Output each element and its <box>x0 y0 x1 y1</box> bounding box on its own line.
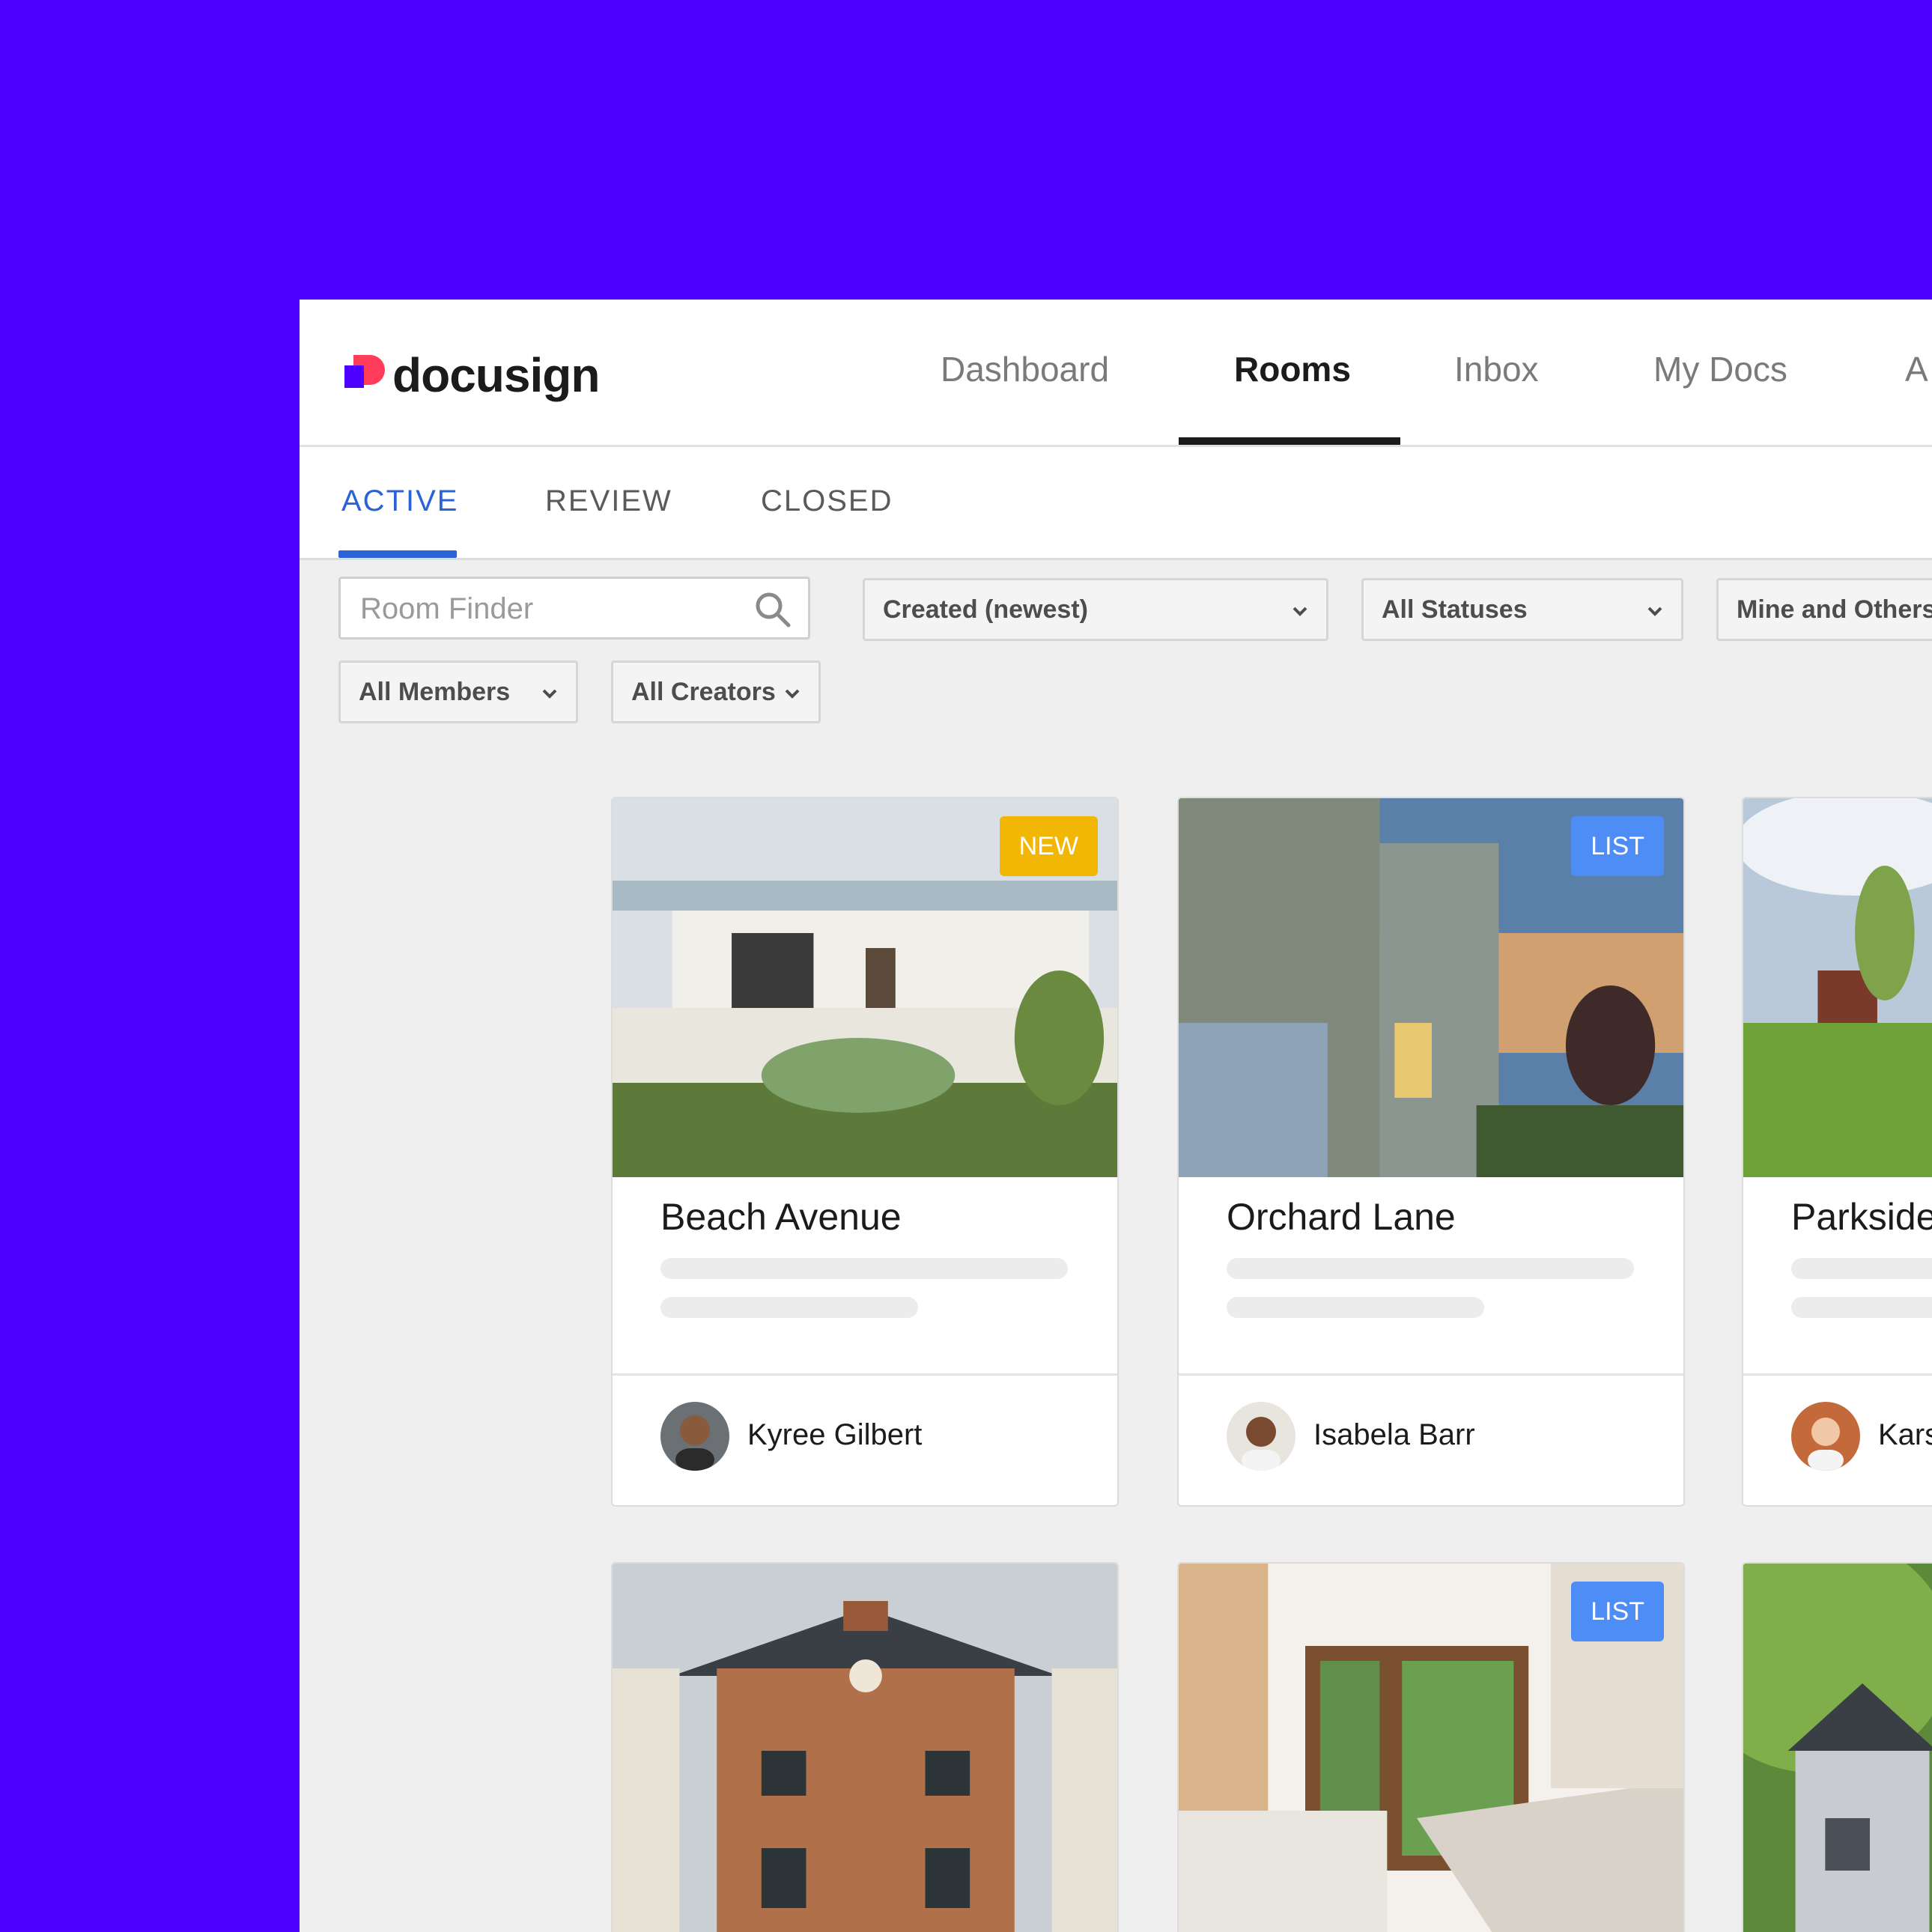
owner-name: Kars <box>1878 1418 1932 1451</box>
ownership-dropdown-value: Mine and Others <box>1737 595 1932 624</box>
room-card-kitchen[interactable]: LIST <box>1177 1562 1685 1932</box>
search-icon[interactable] <box>754 591 792 628</box>
active-tab-indicator <box>338 550 457 558</box>
avatar <box>660 1402 729 1471</box>
placeholder-line <box>1227 1297 1484 1318</box>
chevron-down-icon <box>542 689 557 699</box>
room-finder-search <box>338 577 810 640</box>
avatar <box>1791 1402 1860 1471</box>
owner-name: Isabela Barr <box>1313 1418 1475 1451</box>
ownership-dropdown[interactable]: Mine and Others <box>1716 578 1932 641</box>
room-photo <box>1743 1564 1932 1932</box>
room-card-grey-house[interactable] <box>1742 1562 1932 1932</box>
nav-more[interactable]: A <box>1905 349 1928 389</box>
nav-rooms[interactable]: Rooms <box>1234 349 1351 389</box>
placeholder-line <box>1791 1258 1932 1279</box>
room-card-orchard-lane[interactable]: LIST Orchard Lane Isabela Barr <box>1177 797 1685 1507</box>
placeholder-line <box>1791 1297 1932 1318</box>
card-divider <box>613 1373 1117 1376</box>
status-badge: LIST <box>1571 816 1664 876</box>
card-divider <box>1743 1373 1932 1376</box>
status-badge: NEW <box>999 816 1098 876</box>
creators-dropdown-value: All Creators <box>631 677 776 706</box>
status-badge: LIST <box>1571 1582 1664 1641</box>
active-nav-indicator <box>1179 437 1400 445</box>
room-photo <box>1743 798 1932 1177</box>
status-dropdown-value: All Statuses <box>1382 595 1528 624</box>
room-photo: NEW <box>613 798 1117 1177</box>
members-dropdown[interactable]: All Members <box>338 660 578 723</box>
nav-my-docs[interactable]: My Docs <box>1653 349 1787 389</box>
docusign-logo-icon <box>344 355 385 388</box>
room-photo: LIST <box>1179 1564 1683 1932</box>
placeholder-line <box>660 1258 1068 1279</box>
room-finder-input[interactable] <box>341 579 736 639</box>
room-card-beach-avenue[interactable]: NEW Beach Avenue Kyree Gilbert <box>611 797 1119 1507</box>
status-dropdown[interactable]: All Statuses <box>1361 578 1683 641</box>
room-title: Beach Avenue <box>660 1196 902 1238</box>
chevron-down-icon <box>1292 607 1307 616</box>
placeholder-line <box>660 1297 918 1318</box>
room-photo: LIST <box>1179 798 1683 1177</box>
chevron-down-icon <box>785 689 800 699</box>
rooms-app-window: docusign Dashboard Rooms Inbox My Docs A… <box>300 300 1932 1932</box>
sort-dropdown-value: Created (newest) <box>883 595 1088 624</box>
room-photo <box>613 1564 1117 1932</box>
owner-name: Kyree Gilbert <box>747 1418 923 1451</box>
docusign-logo[interactable]: docusign <box>344 348 600 402</box>
room-title: Orchard Lane <box>1227 1196 1456 1238</box>
room-card-brick-house[interactable] <box>611 1562 1119 1932</box>
sort-dropdown[interactable]: Created (newest) <box>863 578 1328 641</box>
brand-name: docusign <box>392 348 600 402</box>
top-navigation-bar: docusign Dashboard Rooms Inbox My Docs A <box>300 300 1932 447</box>
nav-dashboard[interactable]: Dashboard <box>941 349 1109 389</box>
placeholder-line <box>1227 1258 1634 1279</box>
tab-active[interactable]: ACTIVE <box>341 484 458 518</box>
creators-dropdown[interactable]: All Creators <box>611 660 821 723</box>
chevron-down-icon <box>1647 607 1662 616</box>
room-title: Parkside <box>1791 1196 1932 1238</box>
card-divider <box>1179 1373 1683 1376</box>
room-status-tabs: ACTIVE REVIEW CLOSED <box>300 447 1932 560</box>
room-card-parkside[interactable]: Parkside Kars <box>1742 797 1932 1507</box>
nav-inbox[interactable]: Inbox <box>1454 349 1539 389</box>
tab-closed[interactable]: CLOSED <box>761 484 893 518</box>
tab-review[interactable]: REVIEW <box>545 484 672 518</box>
avatar <box>1227 1402 1295 1471</box>
members-dropdown-value: All Members <box>359 677 511 706</box>
